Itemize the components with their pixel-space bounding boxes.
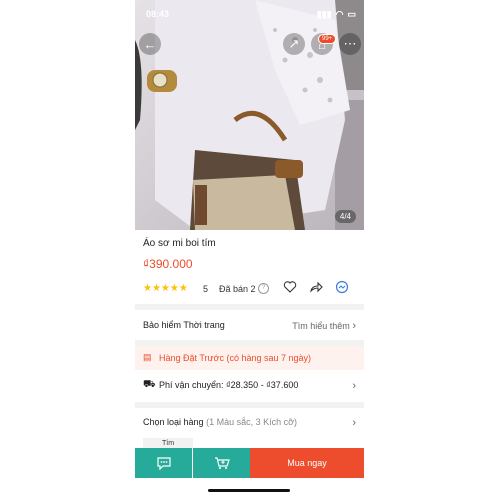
share-icon[interactable] <box>309 280 323 294</box>
battery-icon: ▭ <box>347 9 356 19</box>
wifi-icon: ◠ <box>335 9 344 19</box>
bottom-action-bar: Mua ngay <box>135 448 364 478</box>
chevron-right-icon: › <box>352 320 356 332</box>
calendar-icon: ▤ <box>143 352 152 362</box>
status-icons: ▮▮▮ ◠ ▭ <box>317 9 356 20</box>
chevron-right-icon: › <box>352 380 356 392</box>
add-cart-icon <box>214 457 230 469</box>
variant-detail: (1 Màu sắc, 3 Kích cỡ) <box>206 417 298 427</box>
back-arrow-icon: ← <box>143 36 157 52</box>
action-icons <box>283 280 349 294</box>
shipping-text: Phí vận chuyển: ₫28.350 - ₫37.600 <box>159 380 299 390</box>
buy-now-button[interactable]: Mua ngay <box>250 448 364 478</box>
rating-value: 5 <box>203 284 209 294</box>
signal-icon: ▮▮▮ <box>316 9 332 19</box>
variant-title: Chọn loại hàng <box>143 417 204 427</box>
shipping-row[interactable]: ⛟ Phí vận chuyển: ₫28.350 - ₫37.600 › <box>135 379 364 394</box>
section-divider <box>135 304 364 310</box>
more-icon: ⋯ <box>343 36 357 51</box>
preorder-banner: ▤ Hàng Đặt Trước (có hàng sau 7 ngày) <box>135 346 364 370</box>
chevron-right-icon: › <box>352 417 356 429</box>
product-price: ₫390.000 <box>143 257 193 271</box>
messenger-icon[interactable] <box>335 280 349 294</box>
rating-row: ★★★★★ 5 Đã bán 2 ? <box>143 280 356 297</box>
insurance-label: Bảo hiểm Thời trang <box>143 320 225 330</box>
product-title: Áo sơ mi boi tím <box>143 238 216 249</box>
add-to-cart-button[interactable] <box>193 448 250 478</box>
variant-label: Chọn loại hàng (1 Màu sắc, 3 Kích cỡ) <box>143 417 297 427</box>
truck-icon: ⛟ <box>143 379 156 390</box>
chat-button[interactable] <box>135 448 192 478</box>
home-indicator <box>208 489 290 492</box>
question-icon[interactable]: ? <box>258 283 269 294</box>
insurance-row[interactable]: Bảo hiểm Thời trang Tìm hiểu thêm › <box>135 320 364 334</box>
insurance-action: Tìm hiểu thêm <box>292 321 350 331</box>
share-icon: ↗ <box>288 36 300 51</box>
heart-icon[interactable] <box>283 280 297 294</box>
preorder-text: Hàng Đặt Trước (có hàng sau 7 ngày) <box>159 353 312 363</box>
more-button[interactable]: ⋯ <box>339 33 361 55</box>
status-time: 08:43 <box>146 9 170 19</box>
variant-row[interactable]: Chọn loại hàng (1 Màu sắc, 3 Kích cỡ) › <box>135 417 364 431</box>
star-rating-icon: ★★★★★ <box>143 283 188 294</box>
chat-icon <box>156 457 171 470</box>
insurance-link[interactable]: Tìm hiểu thêm › <box>292 320 356 332</box>
section-divider <box>135 402 364 408</box>
phone-screen: 08:43 ▮▮▮ ◠ ▭ ← ↗ ⌂ 99+ ⋯ 4/4 Áo sơ mi b… <box>135 0 364 498</box>
cart-badge: 99+ <box>318 34 337 44</box>
status-bar: 08:43 ▮▮▮ ◠ ▭ <box>135 0 364 26</box>
sold-count: Đã bán 2 <box>219 284 256 294</box>
share-button[interactable]: ↗ <box>283 33 305 55</box>
back-button[interactable]: ← <box>139 33 161 55</box>
product-image[interactable]: 08:43 ▮▮▮ ◠ ▭ ← ↗ ⌂ 99+ ⋯ 4/4 <box>135 0 364 230</box>
image-counter: 4/4 <box>334 210 356 223</box>
